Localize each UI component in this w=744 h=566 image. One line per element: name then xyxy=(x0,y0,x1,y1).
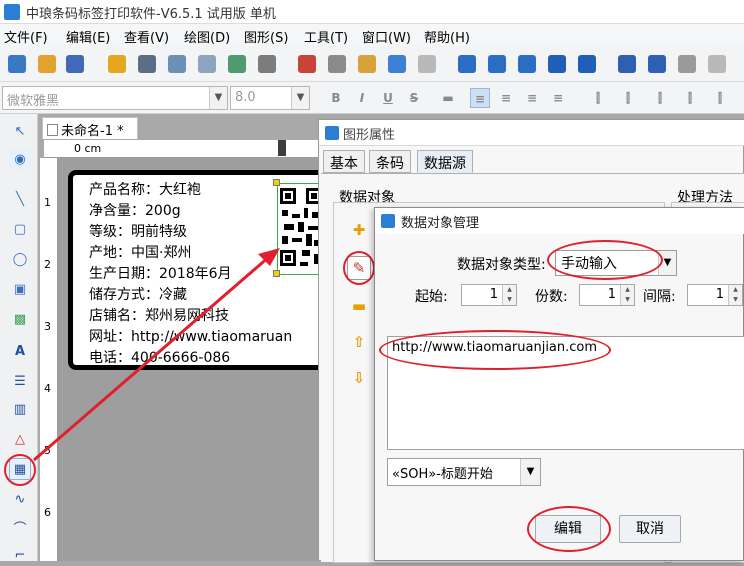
annotation-arrow xyxy=(33,248,280,462)
